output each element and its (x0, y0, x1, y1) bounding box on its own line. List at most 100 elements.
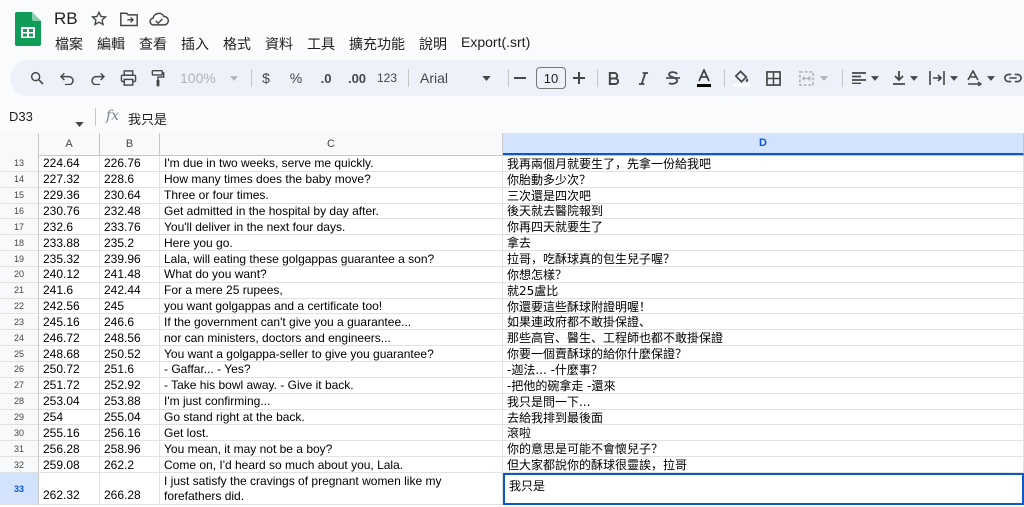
cell-b[interactable]: 258.96 (100, 441, 160, 458)
row-header[interactable]: 33 (0, 473, 39, 505)
menu-edit[interactable]: 編輯 (90, 32, 132, 54)
cell-b[interactable]: 246.6 (100, 314, 160, 331)
cell-b[interactable]: 250.52 (100, 346, 160, 363)
cell-d[interactable]: 你要一個賣酥球的給你什麼保證？ (503, 346, 1024, 363)
cell-c[interactable]: - Take his bowl away. - Give it back. (160, 377, 503, 394)
percent-format-button[interactable]: % (286, 65, 306, 91)
cell-d[interactable]: 後天就去醫院報到 (503, 203, 1024, 220)
cell-d[interactable]: 那些高官、醫生、工程師也都不敢掛保證 (503, 330, 1024, 347)
cloud-status-icon[interactable] (148, 10, 170, 28)
cell-d[interactable]: 你再四天就要生了 (503, 219, 1024, 236)
text-wrapping-icon[interactable] (926, 65, 960, 91)
currency-format-button[interactable]: $ (256, 65, 276, 91)
insert-link-icon[interactable] (1002, 65, 1024, 91)
cell-a[interactable]: 233.88 (39, 235, 100, 252)
menu-tools[interactable]: 工具 (300, 32, 342, 54)
cell-b[interactable]: 248.56 (100, 330, 160, 347)
name-box[interactable]: D33 (9, 109, 33, 124)
merge-cells-icon[interactable] (792, 65, 834, 91)
cell-c[interactable]: I'm just confirming... (160, 393, 503, 410)
row-header[interactable]: 18 (0, 235, 39, 252)
cell-c[interactable]: What do you want? (160, 266, 503, 283)
cell-c[interactable]: - Gaffar... - Yes? (160, 362, 503, 378)
cell-c[interactable]: Get admitted in the hospital by day afte… (160, 203, 503, 220)
cell-a[interactable]: 248.68 (39, 346, 100, 363)
name-box-dropdown-icon[interactable] (75, 114, 84, 132)
menu-data[interactable]: 資料 (258, 32, 300, 54)
cell-b[interactable]: 233.76 (100, 219, 160, 236)
decrease-font-size-icon[interactable] (512, 65, 528, 91)
cell-a[interactable]: 229.36 (39, 187, 100, 204)
move-folder-icon[interactable] (119, 10, 139, 28)
cell-b[interactable]: 230.64 (100, 187, 160, 204)
font-size-input[interactable]: 10 (536, 67, 566, 89)
row-header[interactable]: 29 (0, 409, 39, 426)
cell-d[interactable]: 你的意思是可能不會懷兒子？ (503, 441, 1024, 458)
cell-d[interactable]: 拿去 (503, 235, 1024, 252)
cell-d[interactable]: 如果連政府都不敢掛保證、 (503, 314, 1024, 331)
cell-b[interactable]: 245 (100, 298, 160, 315)
cell-a[interactable]: 255.16 (39, 425, 100, 442)
cell-a[interactable]: 224.64 (39, 156, 100, 172)
cell-a[interactable]: 254 (39, 409, 100, 426)
star-icon[interactable] (90, 10, 110, 28)
undo-icon[interactable] (56, 65, 78, 91)
cell-c[interactable]: How many times does the baby move? (160, 171, 503, 188)
row-header[interactable]: 32 (0, 457, 39, 473)
menu-help[interactable]: 說明 (412, 32, 454, 54)
cell-a[interactable]: 262.32 (39, 473, 100, 505)
cell-d[interactable]: 但大家都說你的酥球很靈誒，拉哥 (503, 457, 1024, 473)
column-header-c[interactable]: C (160, 133, 503, 155)
active-cell[interactable]: 我只是 (503, 473, 1024, 505)
menu-insert[interactable]: 插入 (174, 32, 216, 54)
row-header[interactable]: 17 (0, 219, 39, 236)
cell-b[interactable]: 262.2 (100, 457, 160, 473)
cell-d[interactable]: 拉哥，吃酥球真的包生兒子喔？ (503, 251, 1024, 267)
row-header[interactable]: 31 (0, 441, 39, 458)
cell-a[interactable]: 245.16 (39, 314, 100, 331)
cell-d[interactable]: 我只是問一下... (503, 393, 1024, 410)
cell-c[interactable]: you want golgappas and a certificate too… (160, 298, 503, 315)
menu-extensions[interactable]: 擴充功能 (342, 32, 412, 54)
cell-b[interactable]: 256.16 (100, 425, 160, 442)
cell-c[interactable]: You'll deliver in the next four days. (160, 219, 503, 236)
cell-c[interactable]: You want a golgappa-seller to give you g… (160, 346, 503, 363)
cell-a[interactable]: 253.04 (39, 393, 100, 410)
document-title[interactable]: RB (54, 9, 78, 29)
bold-icon[interactable] (603, 65, 623, 91)
menu-view[interactable]: 查看 (132, 32, 174, 54)
cell-b[interactable]: 228.6 (100, 171, 160, 188)
menu-file[interactable]: 檔案 (48, 32, 90, 54)
cell-b[interactable]: 226.76 (100, 156, 160, 172)
select-all-corner[interactable] (0, 133, 39, 156)
row-header[interactable]: 20 (0, 266, 39, 283)
cell-b[interactable]: 253.88 (100, 393, 160, 410)
cell-c[interactable]: I'm due in two weeks, serve me quickly. (160, 156, 503, 172)
menu-export-srt[interactable]: Export(.srt) (454, 32, 537, 54)
paint-format-icon[interactable] (147, 65, 169, 91)
cell-d[interactable]: 去給我排到最後面 (503, 409, 1024, 426)
cell-b[interactable]: 235.2 (100, 235, 160, 252)
cell-d[interactable]: 三次還是四次吧 (503, 187, 1024, 204)
menu-format[interactable]: 格式 (216, 32, 258, 54)
cell-a[interactable]: 241.6 (39, 282, 100, 299)
increase-decimal-button[interactable]: .00 (342, 65, 372, 91)
strikethrough-icon[interactable] (663, 65, 683, 91)
cell-c[interactable]: For a mere 25 rupees, (160, 282, 503, 299)
cell-b[interactable]: 251.6 (100, 362, 160, 378)
cell-b[interactable]: 255.04 (100, 409, 160, 426)
cell-d[interactable]: -迦法... -什麼事？ (503, 362, 1024, 378)
cell-a[interactable]: 235.32 (39, 251, 100, 267)
cell-c[interactable]: nor can ministers, doctors and engineers… (160, 330, 503, 347)
row-header[interactable]: 23 (0, 314, 39, 331)
decrease-decimal-button[interactable]: .0 (313, 65, 339, 91)
cell-d[interactable]: 你想怎樣？ (503, 266, 1024, 283)
cell-a[interactable]: 230.76 (39, 203, 100, 220)
column-header-b[interactable]: B (100, 133, 160, 155)
formula-input[interactable]: 我只是 (128, 109, 167, 128)
cell-b[interactable]: 241.48 (100, 266, 160, 283)
cell-c[interactable]: Come on, I'd heard so much about you, La… (160, 457, 503, 473)
cell-c[interactable]: Here you go. (160, 235, 503, 252)
row-header[interactable]: 27 (0, 377, 39, 394)
text-rotation-icon[interactable] (964, 65, 998, 91)
